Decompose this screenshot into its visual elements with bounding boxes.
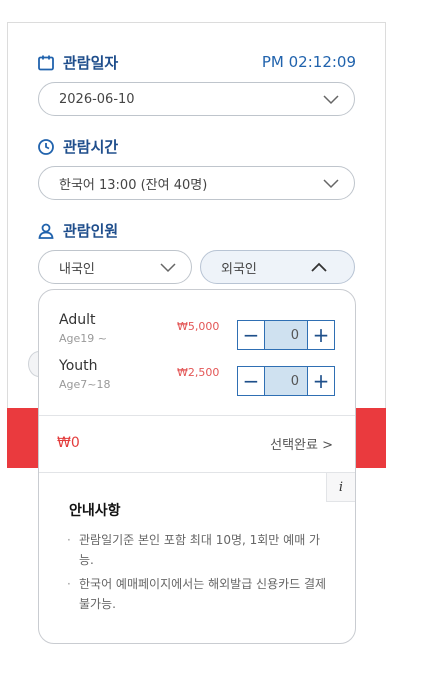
ticket-row-adult: Adult Age19 ~ ₩5,000 − 0 + (59, 312, 339, 352)
time-title: 관람시간 (63, 138, 119, 156)
domestic-label: 내국인 (59, 261, 95, 277)
plus-button[interactable]: + (308, 367, 334, 395)
ticket-age: Age19 ~ (59, 332, 107, 345)
divider (39, 415, 355, 416)
notice-item: · 한국어 예매페이지에서는 해외발급 신용카드 결제 불가능. (67, 574, 329, 614)
ticket-age: Age7~18 (59, 378, 111, 391)
minus-button[interactable]: − (238, 321, 264, 349)
current-time: PM 02:12:09 (261, 53, 356, 71)
info-icon[interactable]: i (326, 473, 355, 502)
select-complete-button[interactable]: 선택완료 > (270, 434, 333, 453)
date-select[interactable]: 2026-06-10 (38, 82, 355, 116)
person-icon (38, 223, 54, 239)
time-select[interactable]: 한국어 13:00 (잔여 40명) (38, 166, 355, 200)
bullet: · (67, 533, 71, 547)
chevron-up-icon (311, 262, 327, 272)
chevron-down-icon (323, 179, 339, 189)
date-value: 2026-06-10 (59, 91, 135, 107)
minus-button[interactable]: − (238, 367, 264, 395)
ticket-price: ₩2,500 (177, 366, 220, 379)
quantity-value[interactable]: 0 (264, 321, 308, 349)
notice-text: 관람일기준 본인 포함 최대 10명, 1회만 예매 가능. (79, 533, 321, 567)
date-title: 관람일자 (63, 54, 119, 72)
date-section-header: 관람일자 (37, 52, 118, 73)
ticket-name: Youth (59, 358, 98, 374)
people-section-header: 관람인원 (37, 220, 118, 241)
quantity-value[interactable]: 0 (264, 367, 308, 395)
plus-button[interactable]: + (308, 321, 334, 349)
ticket-price: ₩5,000 (177, 320, 220, 333)
ticket-name: Adult (59, 312, 96, 328)
people-title: 관람인원 (63, 222, 119, 240)
chevron-down-icon (160, 263, 176, 273)
bullet: · (67, 577, 71, 591)
foreign-select[interactable]: 외국인 (200, 250, 355, 284)
calendar-icon (38, 55, 54, 70)
quantity-stepper: − 0 + (237, 320, 335, 350)
chevron-down-icon (323, 95, 339, 105)
notice-title: 안내사항 (69, 503, 121, 519)
notice-text: 한국어 예매페이지에서는 해외발급 신용카드 결제 불가능. (79, 577, 327, 611)
notice-item: · 관람일기준 본인 포함 최대 10명, 1회만 예매 가능. (67, 530, 329, 570)
domestic-select[interactable]: 내국인 (38, 250, 192, 284)
total-price: ₩0 (57, 435, 80, 451)
foreign-label: 외국인 (221, 261, 257, 277)
divider (39, 472, 355, 473)
clock-icon (38, 138, 54, 155)
ticket-row-youth: Youth Age7~18 ₩2,500 − 0 + (59, 358, 339, 398)
quantity-stepper: − 0 + (237, 366, 335, 396)
time-value: 한국어 13:00 (잔여 40명) (59, 177, 208, 193)
time-section-header: 관람시간 (37, 136, 118, 157)
ticket-popup: Adult Age19 ~ ₩5,000 − 0 + Youth Age7~18… (38, 289, 356, 644)
